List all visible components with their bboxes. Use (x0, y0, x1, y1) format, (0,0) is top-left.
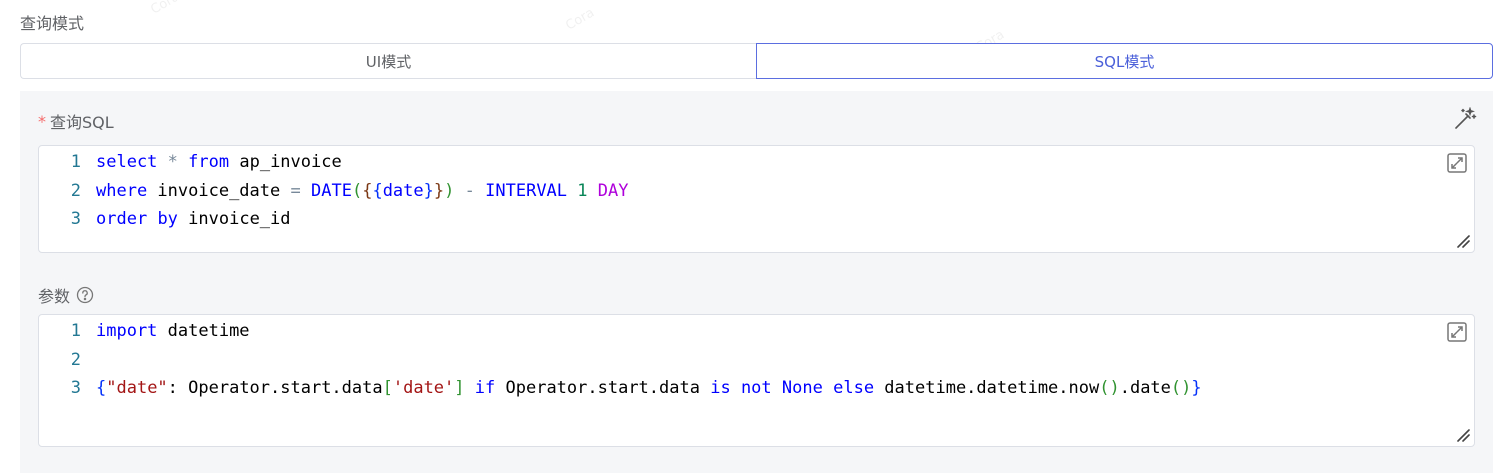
code-token: = (290, 180, 301, 201)
code-token: None (781, 378, 823, 398)
code-token: DATE (310, 180, 352, 201)
code-token: 1 (577, 180, 588, 201)
code-line[interactable]: 1 select * from ap_invoice (39, 148, 1474, 177)
code-token: () (1170, 378, 1192, 398)
code-token: datetime (157, 321, 250, 341)
line-number: 2 (70, 180, 81, 201)
code-token: ap_invoice (229, 152, 342, 172)
code-token: select (96, 152, 158, 172)
params-field-label: 参数 (38, 283, 94, 307)
sql-mode-button[interactable]: SQL模式 (756, 43, 1493, 79)
code-line[interactable]: 3 {"date": Operator.start.data['date'] if… (39, 374, 1474, 403)
code-token: not (740, 378, 772, 398)
magic-wand-icon[interactable] (1453, 107, 1477, 131)
code-token: where (96, 180, 148, 201)
code-token: } (433, 180, 445, 201)
expand-icon[interactable] (1446, 152, 1468, 174)
line-number: 2 (70, 349, 81, 370)
code-token: order (96, 209, 148, 229)
code-token: date (382, 180, 424, 201)
code-token: [ (382, 378, 393, 398)
code-text: import datetime (96, 317, 250, 346)
params-editor[interactable]: 1 import datetime 2 3 {"date": Operator.star… (38, 314, 1475, 447)
code-token: import (96, 321, 158, 341)
code-token: } (423, 180, 434, 201)
resize-handle-icon[interactable] (1456, 428, 1470, 442)
code-token: ) (444, 180, 455, 201)
watermark: Cora (563, 5, 598, 34)
code-line[interactable]: 2 where invoice_date = DATE({{date}}) - I… (39, 177, 1474, 206)
ui-mode-button[interactable]: UI模式 (20, 43, 756, 79)
code-line[interactable]: 3 order by invoice_id (39, 205, 1474, 234)
code-token: } (1191, 378, 1202, 398)
code-token: () (1099, 378, 1120, 398)
code-token: INTERVAL (485, 180, 568, 201)
code-token: "date" (106, 378, 168, 398)
code-token: datetime.datetime.now (874, 378, 1100, 398)
code-token: invoice_id (177, 209, 291, 229)
code-token: - (464, 180, 475, 201)
code-token: ] (454, 378, 465, 398)
sql-field-label: * 查询SQL (38, 109, 114, 133)
code-token: 'date' (392, 378, 455, 398)
sql-editor[interactable]: 1 select * from ap_invoice 2 where invoice_… (38, 145, 1475, 253)
query-mode-switch: UI模式 SQL模式 (20, 43, 1493, 79)
sql-code[interactable]: 1 select * from ap_invoice 2 where invoice_… (39, 146, 1474, 234)
params-code[interactable]: 1 import datetime 2 3 {"date": Operator.star… (39, 315, 1474, 403)
line-number: 1 (70, 321, 81, 341)
sql-config-panel: * 查询SQL 1 select * from ap_invoice 2 where … (20, 91, 1493, 473)
code-token: if (474, 378, 496, 398)
code-token: Operator.start.data (495, 378, 711, 398)
code-line[interactable]: 1 import datetime (39, 317, 1474, 346)
code-token: is (710, 378, 731, 398)
watermark: Cora (148, 0, 183, 18)
code-token: .date (1119, 378, 1171, 398)
resize-handle-icon[interactable] (1456, 234, 1470, 248)
code-text: {"date": Operator.start.data['date'] if … (96, 374, 1202, 403)
code-token: by (157, 209, 178, 229)
code-text: order by invoice_id (96, 205, 291, 234)
query-mode-label: 查询模式 (20, 14, 85, 33)
code-token: { (362, 180, 373, 201)
required-mark: * (38, 111, 46, 131)
code-text: where invoice_date = DATE({{date}}) - IN… (96, 177, 629, 206)
code-token: from (188, 152, 230, 172)
code-token: else (833, 378, 875, 398)
code-token: : Operator.start.data (167, 378, 383, 398)
code-line[interactable]: 2 (39, 346, 1474, 375)
line-number: 3 (70, 209, 81, 229)
code-token: { (372, 180, 383, 201)
code-token: invoice_date (147, 180, 291, 201)
question-circle-icon[interactable] (76, 286, 94, 304)
line-number: 1 (70, 152, 81, 172)
expand-icon[interactable] (1446, 321, 1468, 343)
sql-label-text: 查询SQL (50, 113, 114, 132)
code-token: { (96, 378, 107, 398)
params-label-text: 参数 (38, 287, 71, 306)
code-token: DAY (597, 180, 629, 201)
line-number: 3 (70, 378, 81, 398)
code-token: ( (351, 180, 363, 201)
code-token: * (167, 152, 178, 172)
code-text: select * from ap_invoice (96, 148, 342, 177)
